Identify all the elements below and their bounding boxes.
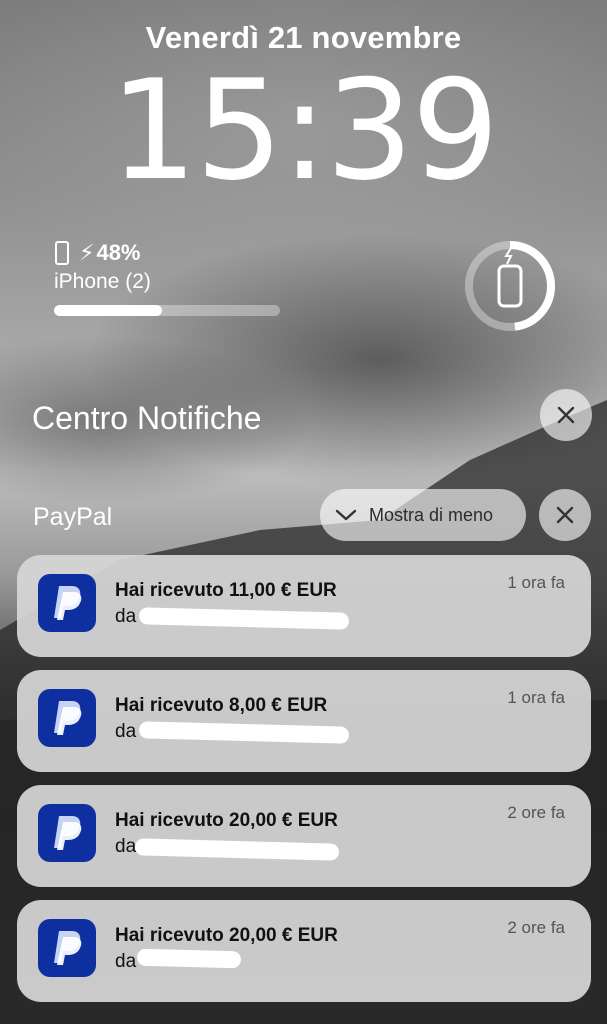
- lockscreen-clock: 15:39: [109, 50, 500, 211]
- notification-card[interactable]: Hai ricevuto 11,00 € EUR da 1 ora fa: [17, 555, 591, 657]
- notification-card[interactable]: Hai ricevuto 20,00 € EUR da 2 ore fa: [17, 900, 591, 1002]
- notification-sender-prefix: da: [115, 721, 137, 742]
- redaction-mark: [138, 721, 350, 744]
- notification-title: Hai ricevuto 8,00 € EUR: [115, 695, 328, 716]
- redaction-mark: [134, 838, 340, 861]
- notification-title: Hai ricevuto 11,00 € EUR: [115, 580, 337, 601]
- notification-time: 2 ore fa: [507, 803, 565, 822]
- close-icon: [557, 406, 575, 424]
- notification-time: 1 ora fa: [507, 573, 565, 592]
- clear-group-button[interactable]: [539, 489, 591, 541]
- battery-widget-header: ⚡ 48%: [55, 240, 141, 266]
- notification-sender-prefix: da: [115, 951, 137, 972]
- notification-title: Hai ricevuto 20,00 € EUR: [115, 925, 338, 946]
- notification-card[interactable]: Hai ricevuto 20,00 € EUR da 2 ore fa: [17, 785, 591, 887]
- battery-ring-widget: [465, 241, 555, 331]
- notification-title: Hai ricevuto 20,00 € EUR: [115, 810, 338, 831]
- notification-center-title: Centro Notifiche: [32, 400, 262, 436]
- show-less-button[interactable]: Mostra di meno: [320, 489, 526, 541]
- clear-all-button[interactable]: [540, 389, 592, 441]
- paypal-app-icon: [38, 689, 96, 747]
- group-app-name: PayPal: [33, 503, 113, 531]
- paypal-app-icon: [38, 804, 96, 862]
- show-less-label: Mostra di meno: [369, 504, 494, 525]
- battery-level-fill: [54, 305, 163, 316]
- battery-percent: 48%: [96, 240, 141, 265]
- charging-bolt-icon: ⚡: [79, 240, 95, 265]
- notification-sender-prefix: da: [115, 606, 137, 627]
- notification-sender-prefix: da: [115, 836, 137, 857]
- notification-card[interactable]: Hai ricevuto 8,00 € EUR da 1 ora fa: [17, 670, 591, 772]
- paypal-app-icon: [38, 919, 96, 977]
- notification-time: 2 ore fa: [507, 918, 565, 937]
- redaction-mark: [136, 948, 242, 969]
- close-icon: [556, 506, 574, 524]
- phone-outline-icon: [55, 241, 69, 265]
- notification-time: 1 ora fa: [507, 688, 565, 707]
- battery-device-name: iPhone (2): [54, 270, 151, 293]
- paypal-app-icon: [38, 574, 96, 632]
- chevron-down-icon: [335, 509, 357, 521]
- redaction-mark: [138, 607, 350, 630]
- battery-level-bar: [54, 305, 280, 316]
